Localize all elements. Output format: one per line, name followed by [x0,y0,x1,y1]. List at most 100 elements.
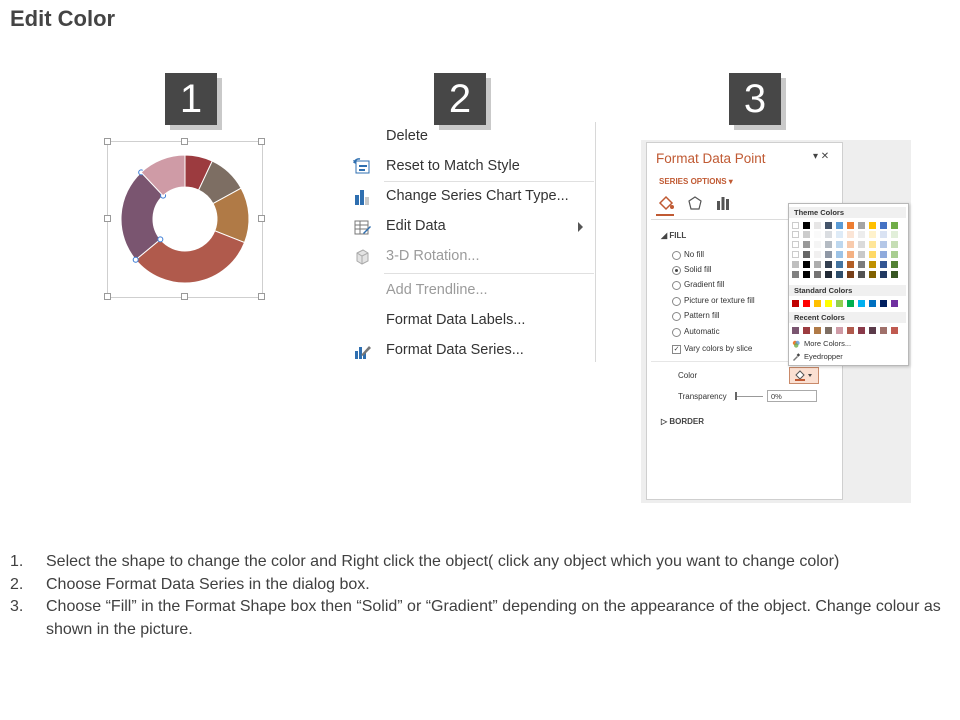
theme-color-swatch[interactable] [847,261,854,268]
standard-color-swatch[interactable] [880,300,887,307]
theme-color-swatch[interactable] [891,261,898,268]
menu-item-edit-data[interactable]: Edit Data [350,212,595,242]
theme-color-swatch[interactable] [825,261,832,268]
theme-color-swatch[interactable] [858,251,865,258]
more-colors-link[interactable]: More Colors... [804,339,851,348]
series-options-icon[interactable] [715,195,731,211]
theme-color-swatch[interactable] [825,271,832,278]
theme-color-swatch[interactable] [869,261,876,268]
menu-item-change-series-chart-type[interactable]: Change Series Chart Type... [350,182,595,212]
color-picker-button[interactable] [789,367,819,384]
effects-pentagon-icon[interactable] [687,195,703,211]
segment-selection-handle[interactable] [132,256,139,263]
theme-color-swatch[interactable] [825,251,832,258]
theme-color-swatch[interactable] [792,261,799,268]
radio-gradient-fill[interactable] [672,281,681,290]
theme-color-swatch[interactable] [847,241,854,248]
menu-item-delete[interactable]: Delete [350,122,595,152]
theme-color-swatch[interactable] [836,261,843,268]
theme-color-swatch[interactable] [825,222,832,229]
theme-color-swatch[interactable] [836,241,843,248]
recent-color-swatch[interactable] [858,327,865,334]
fill-line-icon[interactable] [657,195,675,211]
theme-color-swatch[interactable] [814,261,821,268]
standard-color-swatch[interactable] [825,300,832,307]
recent-color-swatch[interactable] [814,327,821,334]
theme-color-swatch[interactable] [869,231,876,238]
recent-color-swatch[interactable] [869,327,876,334]
standard-color-swatch[interactable] [803,300,810,307]
theme-color-swatch[interactable] [847,231,854,238]
menu-item-reset-to-match-style[interactable]: Reset to Match Style [350,152,595,182]
theme-color-swatch[interactable] [836,222,843,229]
theme-color-swatch[interactable] [869,222,876,229]
theme-color-swatch[interactable] [858,222,865,229]
radio-no-fill[interactable] [672,251,681,260]
theme-color-swatch[interactable] [792,222,799,229]
theme-color-swatch[interactable] [891,222,898,229]
theme-color-swatch[interactable] [814,241,821,248]
recent-color-swatch[interactable] [847,327,854,334]
standard-color-swatch[interactable] [792,300,799,307]
radio-pattern-fill[interactable] [672,312,681,321]
standard-color-swatch[interactable] [858,300,865,307]
theme-color-swatch[interactable] [803,222,810,229]
theme-color-swatch[interactable] [858,241,865,248]
radio-solid-fill[interactable] [672,266,681,275]
transparency-slider-knob[interactable] [735,392,737,400]
theme-color-swatch[interactable] [869,251,876,258]
theme-color-swatch[interactable] [847,222,854,229]
fill-section-header[interactable]: ◢ FILL [661,231,686,240]
theme-color-swatch[interactable] [836,271,843,278]
theme-color-swatch[interactable] [836,231,843,238]
theme-color-swatch[interactable] [880,261,887,268]
theme-color-swatch[interactable] [792,251,799,258]
eyedropper-link[interactable]: Eyedropper [804,352,843,361]
theme-color-swatch[interactable] [847,271,854,278]
menu-item-add-trendline[interactable]: Add Trendline... [350,276,595,306]
theme-color-swatch[interactable] [891,251,898,258]
menu-item-3d-rotation[interactable]: 3-D Rotation... [350,242,595,272]
standard-color-swatch[interactable] [869,300,876,307]
transparency-input[interactable]: 0% [767,390,817,402]
theme-color-swatch[interactable] [814,222,821,229]
theme-color-swatch[interactable] [792,231,799,238]
theme-color-swatch[interactable] [825,241,832,248]
recent-color-swatch[interactable] [792,327,799,334]
recent-color-swatch[interactable] [825,327,832,334]
theme-color-swatch[interactable] [836,251,843,258]
menu-item-format-data-series[interactable]: Format Data Series... [350,336,595,366]
recent-color-swatch[interactable] [880,327,887,334]
theme-color-swatch[interactable] [869,241,876,248]
standard-color-swatch[interactable] [814,300,821,307]
radio-automatic[interactable] [672,328,681,337]
theme-color-swatch[interactable] [880,271,887,278]
transparency-slider-track[interactable] [735,396,763,397]
menu-item-format-data-labels[interactable]: Format Data Labels... [350,306,595,336]
recent-color-swatch[interactable] [891,327,898,334]
theme-color-swatch[interactable] [891,231,898,238]
vary-colors-checkbox[interactable]: ✓ [672,345,681,354]
theme-color-swatch[interactable] [880,222,887,229]
series-options-dropdown[interactable]: SERIES OPTIONS ▾ [659,177,733,186]
donut-chart[interactable] [107,141,263,297]
theme-color-swatch[interactable] [858,261,865,268]
theme-color-swatch[interactable] [803,271,810,278]
theme-color-swatch[interactable] [803,261,810,268]
theme-color-swatch[interactable] [858,271,865,278]
theme-color-swatch[interactable] [891,241,898,248]
theme-color-swatch[interactable] [814,251,821,258]
recent-color-swatch[interactable] [803,327,810,334]
pane-close-controls[interactable]: ▾ ✕ [813,151,829,162]
theme-color-swatch[interactable] [792,271,799,278]
theme-color-swatch[interactable] [803,231,810,238]
theme-color-swatch[interactable] [847,251,854,258]
standard-color-swatch[interactable] [891,300,898,307]
theme-color-swatch[interactable] [858,231,865,238]
theme-color-swatch[interactable] [814,231,821,238]
theme-color-swatch[interactable] [792,241,799,248]
theme-color-swatch[interactable] [880,251,887,258]
theme-color-swatch[interactable] [825,231,832,238]
standard-color-swatch[interactable] [847,300,854,307]
border-section-header[interactable]: ▷ BORDER [661,417,704,426]
